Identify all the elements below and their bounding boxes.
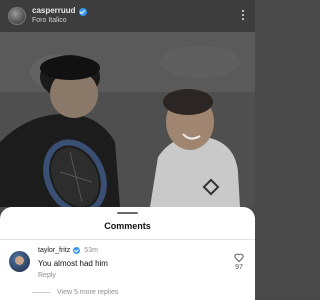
heart-icon[interactable] <box>234 253 244 262</box>
like-count: 97 <box>235 264 243 271</box>
more-options-icon[interactable] <box>242 10 245 20</box>
like-comment-button[interactable]: 97 <box>233 253 245 271</box>
username-row: casperruud <box>32 6 87 16</box>
comments-sheet: Comments taylor_fritz 53m You almost had… <box>0 207 255 300</box>
comments-title: Comments <box>104 221 151 231</box>
comment-item: taylor_fritz 53m You almost had him Repl… <box>9 247 249 289</box>
comment-meta: taylor_fritz 53m <box>38 247 98 254</box>
reply-button[interactable]: Reply <box>38 272 56 279</box>
verified-badge-icon <box>73 247 81 254</box>
commenter-username[interactable]: taylor_fritz <box>38 247 70 254</box>
view-more-replies[interactable]: View 5 more replies <box>32 289 118 296</box>
commenter-avatar[interactable] <box>9 251 30 272</box>
comment-time: 53m <box>84 247 98 254</box>
post-header: casperruud Foro Italico <box>0 0 255 32</box>
comment-text: You almost had him <box>38 259 108 268</box>
replies-line <box>32 292 50 293</box>
sheet-drag-handle[interactable] <box>117 212 138 214</box>
profile-avatar[interactable] <box>8 7 26 25</box>
post-location[interactable]: Foro Italico <box>32 17 87 25</box>
post-header-text: casperruud Foro Italico <box>32 6 87 25</box>
verified-badge-icon <box>78 7 87 16</box>
post-photo-graphic <box>0 32 255 207</box>
sheet-divider <box>0 239 255 240</box>
post-username[interactable]: casperruud <box>32 6 76 16</box>
post-photo <box>0 32 255 207</box>
view-more-replies-label[interactable]: View 5 more replies <box>57 289 118 296</box>
